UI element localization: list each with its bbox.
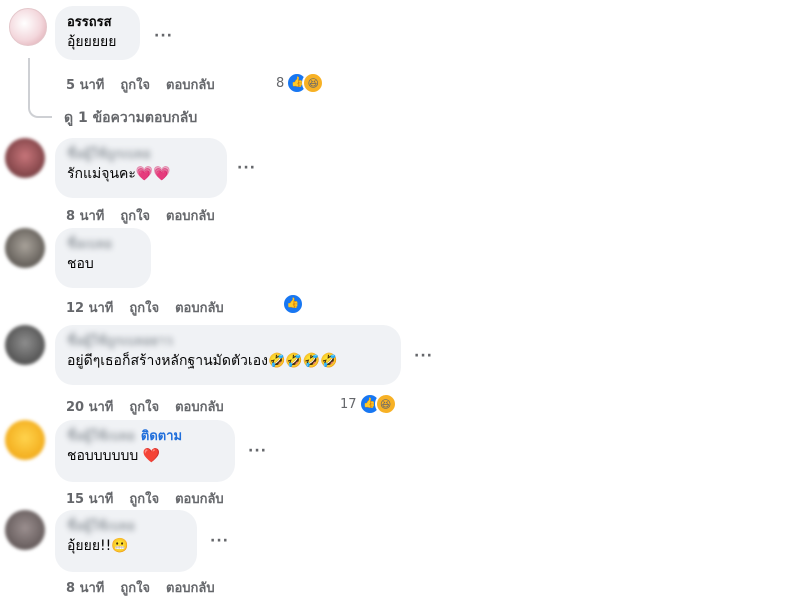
author-name[interactable]: ชื่อผู้ใช้ถูกเบลอ [67,146,215,163]
avatar[interactable] [5,510,45,550]
haha-reaction-icon: 😆 [302,72,325,94]
comment-actions: 12 นาที ถูกใจ ตอบกลับ [66,297,240,318]
comment-bubble: ชื่อผู้ใช้เบลอ ติดตาม ชอบบบบบบ ❤️ [55,420,235,482]
author-name[interactable]: ชื่อผู้ใช้ถูกเบลอยาว [67,333,389,350]
comment-bubble: ชื่อเบลอ ชอบ [55,228,151,288]
author-name[interactable]: ชื่อผู้ใช้เบลอ [67,428,135,445]
more-options-icon[interactable]: ··· [237,160,256,176]
comment-text: ชอบบบบบบ ❤️ [67,448,161,464]
reply-thread-line [28,58,52,118]
comment-actions: 20 นาที ถูกใจ ตอบกลับ [66,396,240,417]
reaction-summary[interactable]: 👍 [282,293,304,315]
timestamp[interactable]: 5 นาที [66,78,104,93]
more-options-icon[interactable]: ··· [154,28,173,44]
reaction-count: 17 [340,396,357,412]
comment-text: ชอบ [67,256,94,272]
comment-bubble: ชื่อผู้ใช้ถูกเบลอยาว อยู่ดีๆเธอก็สร้างหล… [55,325,401,385]
like-button[interactable]: ถูกใจ [129,492,159,507]
timestamp[interactable]: 15 นาที [66,492,113,507]
comment-actions: 5 นาที ถูกใจ ตอบกลับ [66,74,231,95]
reply-button[interactable]: ตอบกลับ [166,78,215,93]
reaction-count: 8 [276,75,285,91]
avatar[interactable] [5,228,45,268]
comment-text: รักแม่จุนคะ💗💗 [67,166,171,182]
author-row: ชื่อผู้ใช้เบลอ ติดตาม [67,428,223,445]
more-options-icon[interactable]: ··· [210,533,229,549]
like-button[interactable]: ถูกใจ [120,209,150,224]
haha-reaction-icon: 😆 [374,393,397,415]
comment-text: อยู่ดีๆเธอก็สร้างหลักฐานมัดตัวเอง🤣🤣🤣🤣 [67,353,338,369]
comment-bubble: ชื่อผู้ใช้เบลอ อุ้ยยย!!😬 [55,510,197,572]
comment-bubble: อรรถรส อุ้ยยยยย [55,6,140,60]
reply-button[interactable]: ตอบกลับ [175,492,224,507]
reply-button[interactable]: ตอบกลับ [166,209,215,224]
comment-actions: 8 นาที ถูกใจ ตอบกลับ [66,205,231,226]
more-options-icon[interactable]: ··· [414,348,433,364]
view-replies-link[interactable]: ดู 1 ข้อความตอบกลับ [64,107,197,129]
like-reaction-icon: 👍 [282,293,304,315]
avatar[interactable] [5,420,45,460]
reaction-summary[interactable]: 17 👍 😆 [340,393,397,415]
author-name[interactable]: ชื่อเบลอ [67,236,139,253]
like-button[interactable]: ถูกใจ [120,78,150,93]
follow-button[interactable]: ติดตาม [141,429,182,444]
timestamp[interactable]: 20 นาที [66,400,113,415]
like-button[interactable]: ถูกใจ [129,301,159,316]
avatar[interactable] [5,325,45,365]
avatar[interactable] [5,138,45,178]
author-name[interactable]: อรรถรส [67,14,128,31]
more-options-icon[interactable]: ··· [248,443,267,459]
like-button[interactable]: ถูกใจ [129,400,159,415]
timestamp[interactable]: 8 นาที [66,209,104,224]
avatar[interactable] [9,8,47,46]
comment-actions: 15 นาที ถูกใจ ตอบกลับ [66,488,240,509]
comment-bubble: ชื่อผู้ใช้ถูกเบลอ รักแม่จุนคะ💗💗 [55,138,227,198]
comment-text: อุ้ยยยยย [67,34,117,50]
reply-button[interactable]: ตอบกลับ [175,301,224,316]
reaction-summary[interactable]: 8 👍 😆 [276,72,325,94]
reply-button[interactable]: ตอบกลับ [175,400,224,415]
comment-actions: 8 นาที ถูกใจ ตอบกลับ [66,577,231,598]
timestamp[interactable]: 12 นาที [66,301,113,316]
author-name[interactable]: ชื่อผู้ใช้เบลอ [67,518,185,535]
comment-text: อุ้ยยย!!😬 [67,538,129,554]
